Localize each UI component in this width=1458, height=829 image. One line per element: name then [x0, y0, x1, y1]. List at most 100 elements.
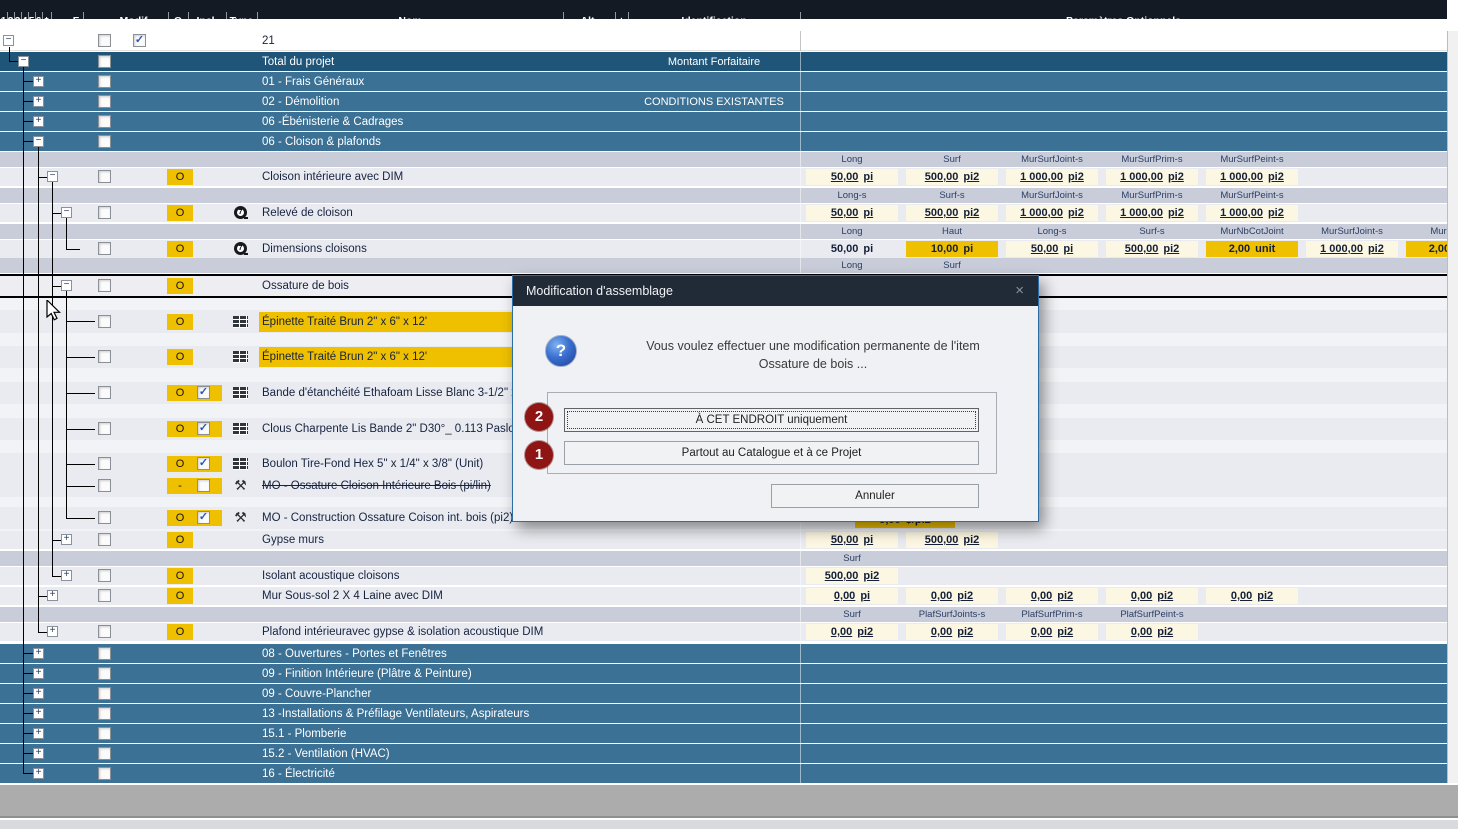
param-value-field[interactable]: 1 000,00pi2: [1006, 205, 1098, 221]
f-checkbox[interactable]: [98, 115, 111, 128]
expand-toggle-icon[interactable]: +: [33, 708, 44, 719]
f-checkbox[interactable]: [98, 350, 111, 363]
close-icon[interactable]: ×: [1015, 276, 1024, 306]
button-annuler[interactable]: Annuler: [771, 484, 979, 508]
row-name[interactable]: Bande d'étanchéité Ethafoam Lisse Blanc …: [262, 385, 517, 401]
row-name[interactable]: 08 - Ouvertures - Portes et Fenêtres: [262, 646, 447, 662]
param-value-field[interactable]: 0,00pi: [806, 588, 898, 604]
row-name[interactable]: 15.2 - Ventilation (HVAC): [262, 746, 390, 762]
row-name[interactable]: Clous Charpente Lis Bande 2" D30°_ 0.113…: [262, 421, 521, 437]
param-value-field[interactable]: 0,00pi2: [806, 624, 898, 640]
param-value-field[interactable]: 50,00pi: [1006, 241, 1098, 257]
f-checkbox[interactable]: [98, 747, 111, 760]
row-name[interactable]: MO - Construction Ossature Coison int. b…: [262, 510, 513, 526]
f-checkbox[interactable]: [98, 242, 111, 255]
f-checkbox[interactable]: [98, 589, 111, 602]
collapse-toggle-icon[interactable]: −: [33, 136, 44, 147]
param-value-field[interactable]: 500,00pi2: [1106, 241, 1198, 257]
category-row-cat151[interactable]: [0, 724, 1447, 743]
param-value-cell[interactable]: 2,00unit: [1206, 241, 1298, 257]
param-value-field[interactable]: 0,00pi2: [1106, 624, 1198, 640]
row-name[interactable]: Relevé de cloison: [262, 205, 353, 221]
row-name[interactable]: 06 -Ébénisterie & Cadrages: [262, 114, 403, 130]
f-checkbox[interactable]: [98, 75, 111, 88]
row-name[interactable]: Ossature de bois: [262, 278, 349, 294]
incl-checkbox[interactable]: ✓: [197, 511, 210, 524]
button-a-cet-endroit[interactable]: À CET ENDROIT uniquement: [564, 408, 979, 432]
expand-toggle-icon[interactable]: +: [33, 648, 44, 659]
f-checkbox[interactable]: [98, 727, 111, 740]
param-value-field[interactable]: 1 000,00pi2: [1306, 241, 1398, 257]
incl-checkbox[interactable]: [197, 479, 210, 492]
category-row-cat13[interactable]: [0, 704, 1447, 723]
f-checkbox[interactable]: [98, 135, 111, 148]
f-checkbox[interactable]: [98, 687, 111, 700]
param-value-field[interactable]: 50,00pi: [806, 169, 898, 185]
tree-row-plafond[interactable]: [0, 623, 1447, 641]
f-checkbox[interactable]: [98, 422, 111, 435]
f-checkbox[interactable]: [98, 511, 111, 524]
param-value-field[interactable]: 0,00pi2: [906, 624, 998, 640]
f-checkbox[interactable]: [98, 479, 111, 492]
expand-toggle-icon[interactable]: +: [33, 728, 44, 739]
row-name[interactable]: 02 - Démolition: [262, 94, 339, 110]
f-checkbox[interactable]: [98, 386, 111, 399]
f-checkbox[interactable]: [98, 569, 111, 582]
param-value-field[interactable]: 0,00pi2: [1206, 588, 1298, 604]
category-row-cat06c[interactable]: [0, 132, 1447, 151]
param-value-field[interactable]: 500,00pi2: [906, 169, 998, 185]
dialog-title-bar[interactable]: Modification d'assemblage ×: [513, 276, 1038, 306]
row-name[interactable]: Épinette Traité Brun 2" x 6" x 12': [262, 314, 427, 330]
row-name[interactable]: 13 -Installations & Préfilage Ventilateu…: [262, 706, 529, 722]
f-checkbox[interactable]: [98, 95, 111, 108]
param-value-field[interactable]: 500,00pi2: [906, 532, 998, 548]
row-name[interactable]: Mur Sous-sol 2 X 4 Laine avec DIM: [262, 588, 443, 604]
expand-toggle-icon[interactable]: +: [33, 768, 44, 779]
param-value-field[interactable]: 1 000,00pi2: [1006, 169, 1098, 185]
category-row-cat06e[interactable]: [0, 112, 1447, 131]
param-value-field[interactable]: 50,00pi: [806, 205, 898, 221]
f-checkbox[interactable]: [98, 206, 111, 219]
row-name[interactable]: Gypse murs: [262, 532, 324, 548]
f-checkbox[interactable]: [98, 170, 111, 183]
f-checkbox[interactable]: [98, 767, 111, 780]
tree-row-isolant[interactable]: [0, 567, 1447, 585]
param-value-cell[interactable]: 50,00pi: [806, 241, 898, 257]
expand-toggle-icon[interactable]: +: [33, 116, 44, 127]
category-row-cat08[interactable]: [0, 644, 1447, 663]
tree-row-root[interactable]: [0, 31, 1447, 51]
expand-toggle-icon[interactable]: +: [47, 626, 58, 637]
incl-checkbox[interactable]: ✓: [197, 422, 210, 435]
row-name[interactable]: 01 - Frais Généraux: [262, 74, 364, 90]
param-value-field[interactable]: 500,00pi2: [806, 568, 898, 584]
expand-toggle-icon[interactable]: +: [61, 570, 72, 581]
param-value-cell[interactable]: 10,00pi: [906, 241, 998, 257]
f-checkbox[interactable]: [98, 667, 111, 680]
f-checkbox[interactable]: [98, 457, 111, 470]
expand-toggle-icon[interactable]: +: [47, 590, 58, 601]
f-checkbox[interactable]: [98, 647, 111, 660]
vertical-scrollbar[interactable]: [1447, 31, 1458, 783]
row-name[interactable]: MO - Ossature Cloison Intérieure Bois (p…: [262, 478, 491, 494]
row-name[interactable]: Dimensions cloisons: [262, 241, 367, 257]
param-value-field[interactable]: 0,00pi2: [1006, 624, 1098, 640]
category-row-cat09c[interactable]: [0, 684, 1447, 703]
param-value-field[interactable]: 500,00pi2: [906, 205, 998, 221]
collapse-toggle-icon[interactable]: −: [47, 171, 58, 182]
expand-toggle-icon[interactable]: +: [33, 96, 44, 107]
category-row-cat16[interactable]: [0, 764, 1447, 783]
f-checkbox[interactable]: [98, 625, 111, 638]
f-checkbox[interactable]: [98, 533, 111, 546]
category-row-cat09f[interactable]: [0, 664, 1447, 683]
expand-toggle-icon[interactable]: +: [33, 748, 44, 759]
incl-checkbox[interactable]: ✓: [197, 457, 210, 470]
category-row-cat01[interactable]: [0, 72, 1447, 91]
param-value-field[interactable]: 50,00pi: [806, 532, 898, 548]
row-name[interactable]: 15.1 - Plomberie: [262, 726, 346, 742]
param-value-field[interactable]: 0,00pi2: [1006, 588, 1098, 604]
param-value-field[interactable]: 0,00pi2: [906, 588, 998, 604]
collapse-toggle-icon[interactable]: −: [61, 280, 72, 291]
row-name[interactable]: 06 - Cloison & plafonds: [262, 134, 381, 150]
f-checkbox[interactable]: [98, 707, 111, 720]
param-value-field[interactable]: 0,00pi2: [1106, 588, 1198, 604]
